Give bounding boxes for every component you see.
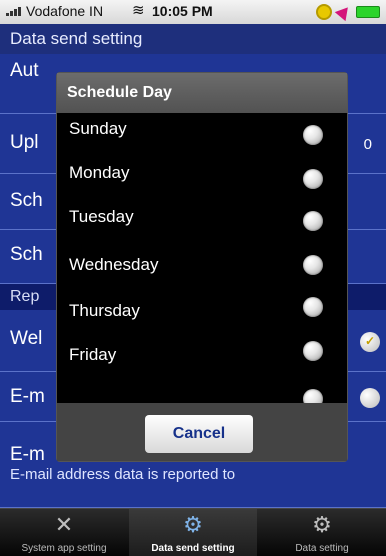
- page-title: Data send setting: [0, 24, 386, 54]
- tab-label: Data setting: [295, 543, 349, 554]
- wifi-icon: ≋: [132, 2, 145, 19]
- radio-icon[interactable]: [303, 297, 323, 317]
- status-bar: Vodafone IN ≋ 10:05 PM: [0, 0, 386, 24]
- carrier-name: Vodafone IN: [26, 3, 104, 19]
- day-option-sunday[interactable]: Sunday: [69, 119, 127, 139]
- tab-data-send-setting[interactable]: ⚙ Data send setting: [129, 509, 257, 556]
- tab-data-setting[interactable]: ⚙ Data setting: [258, 509, 386, 556]
- radio-icon[interactable]: [303, 211, 323, 231]
- radio-icon[interactable]: [303, 389, 323, 403]
- upload-value: 0: [363, 136, 372, 153]
- radio-icon[interactable]: [303, 125, 323, 145]
- email-hint-text: E-mail address data is reported to: [10, 466, 236, 483]
- clock: 10:05 PM: [152, 3, 213, 19]
- tab-bar: ✕ System app setting ⚙ Data send setting…: [0, 508, 386, 556]
- tab-label: System app setting: [21, 543, 107, 554]
- location-icon: [334, 2, 354, 22]
- signal-icon: [6, 7, 21, 16]
- radio-icon[interactable]: [303, 255, 323, 275]
- toggle-icon[interactable]: [360, 388, 380, 408]
- schedule-day-dialog: Schedule Day Sunday Monday Tuesday Wedne…: [56, 72, 348, 462]
- tools-icon: ✕: [54, 512, 74, 537]
- day-option-wednesday[interactable]: Wednesday: [69, 255, 158, 275]
- gear-icon: ⚙: [312, 512, 332, 537]
- radio-icon[interactable]: [303, 169, 323, 189]
- day-option-tuesday[interactable]: Tuesday: [69, 207, 134, 227]
- gears-icon: ⚙: [183, 512, 203, 537]
- cancel-button[interactable]: Cancel: [145, 415, 253, 453]
- battery-icon: [356, 6, 380, 18]
- sync-icon: [316, 4, 332, 20]
- day-option-monday[interactable]: Monday: [69, 163, 129, 183]
- tab-label: Data send setting: [151, 543, 235, 554]
- day-option-friday[interactable]: Friday: [69, 345, 116, 365]
- checkmark-icon[interactable]: [360, 332, 380, 352]
- day-list[interactable]: Sunday Monday Tuesday Wednesday Thursday…: [57, 113, 347, 403]
- dialog-title: Schedule Day: [57, 73, 347, 113]
- radio-icon[interactable]: [303, 341, 323, 361]
- day-option-thursday[interactable]: Thursday: [69, 301, 140, 321]
- tab-system-app-setting[interactable]: ✕ System app setting: [0, 509, 128, 556]
